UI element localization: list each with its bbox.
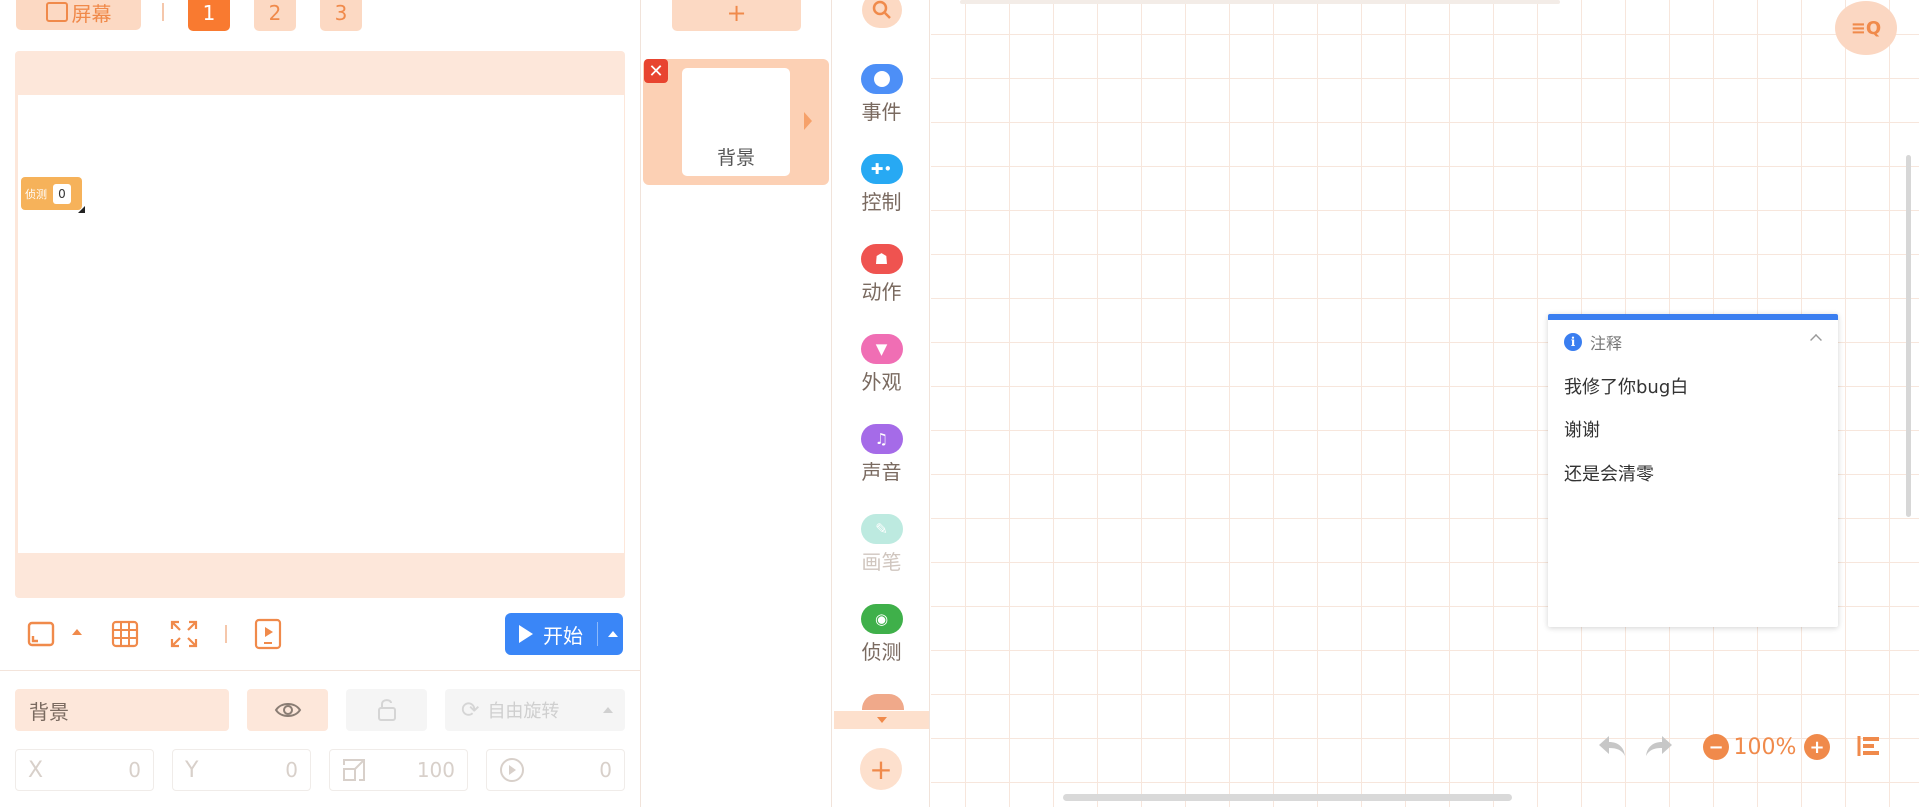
grid-icon[interactable]	[109, 618, 141, 650]
delete-sprite-button[interactable]: ✕	[644, 59, 668, 83]
eye-icon	[274, 703, 301, 717]
divider	[162, 3, 164, 21]
category-label: 侦测	[861, 640, 902, 664]
zoom-level: 100%	[1733, 734, 1797, 760]
variable-monitor[interactable]: 侦测 0	[21, 177, 82, 210]
page-tab-3[interactable]: 3	[320, 0, 362, 31]
target-icon: ◉	[860, 604, 903, 634]
x-value: 0	[128, 758, 141, 782]
align-blocks-icon[interactable]	[1854, 732, 1884, 760]
category-label: 控制	[861, 190, 902, 214]
toggle-icon	[860, 64, 903, 94]
gamepad-icon: ✚•	[860, 154, 903, 184]
rotation-mode-label: 自由旋转	[487, 701, 560, 722]
add-sprite-button[interactable]: +	[672, 0, 801, 31]
screen-icon	[45, 2, 68, 22]
y-field[interactable]: Y 0	[172, 749, 311, 791]
category-label: 画笔	[861, 550, 902, 574]
horizontal-scrollbar[interactable]	[1063, 794, 1512, 801]
category-sensing[interactable]: ◉ 侦测	[833, 604, 930, 665]
category-events[interactable]: 事件	[833, 64, 930, 125]
sprite-card-label: 背景	[716, 147, 755, 169]
music-icon: ♫	[860, 424, 903, 454]
sprite-name-field[interactable]: 背景	[15, 689, 229, 731]
category-looks[interactable]: ▼ 外观	[833, 334, 930, 395]
page-tab-1[interactable]: 1	[188, 0, 230, 31]
toolbar-divider	[225, 625, 227, 643]
category-label: 事件	[861, 100, 902, 124]
category-label: 声音	[861, 460, 902, 484]
more-category-icon[interactable]	[862, 694, 904, 710]
comment-title: 注释	[1590, 334, 1623, 353]
direction-field[interactable]: 0	[486, 749, 625, 791]
fullscreen-icon[interactable]	[168, 618, 200, 650]
screen-label: 屏幕	[71, 1, 112, 26]
start-button[interactable]: 开始	[505, 613, 623, 655]
sprite-thumbnail[interactable]: 背景	[682, 68, 790, 176]
x-label: X	[28, 757, 44, 783]
caret-up-icon	[603, 707, 613, 713]
stage-canvas[interactable]	[18, 95, 624, 553]
category-motion[interactable]: ☗ 动作	[833, 244, 930, 305]
add-extension-button[interactable]: +	[860, 748, 902, 790]
play-icon	[519, 625, 533, 643]
undo-icon[interactable]	[1596, 732, 1628, 760]
workspace-top-strip	[960, 0, 1560, 4]
size-field[interactable]: 100	[329, 749, 468, 791]
stage-size-icon[interactable]	[26, 620, 56, 648]
shirt-icon: ▼	[860, 334, 903, 364]
ghost-icon: ☗	[860, 244, 903, 274]
resize-handle[interactable]	[78, 206, 85, 213]
redo-icon[interactable]	[1643, 732, 1675, 760]
info-icon: i	[1564, 333, 1582, 351]
x-field[interactable]: X 0	[15, 749, 154, 791]
vertical-scrollbar[interactable]	[1906, 155, 1911, 517]
expand-arrow-icon[interactable]	[804, 112, 812, 130]
caret-down-icon	[876, 717, 887, 723]
comment-line: 我修了你bug白	[1564, 377, 1689, 398]
direction-value: 0	[599, 758, 612, 782]
sprite-name-value: 背景	[29, 699, 69, 724]
start-separator	[597, 622, 598, 646]
category-control[interactable]: ✚• 控制	[833, 154, 930, 215]
zoom-in-button[interactable]: +	[1804, 734, 1830, 760]
lock-toggle[interactable]	[346, 689, 427, 731]
rotate-icon: ⟳	[461, 697, 480, 723]
variable-name: 侦测	[25, 187, 47, 201]
screen-button[interactable]: 屏幕	[16, 0, 141, 30]
y-value: 0	[285, 758, 298, 782]
category-pen[interactable]: ✎ 画笔	[833, 514, 930, 575]
pen-icon: ✎	[860, 514, 903, 544]
size-value: 100	[416, 758, 455, 782]
variable-value: 0	[53, 183, 71, 204]
unlock-icon	[377, 699, 396, 721]
phone-preview-icon[interactable]	[253, 617, 283, 651]
category-scroll-down[interactable]	[834, 711, 929, 729]
stage-size-caret-icon[interactable]	[72, 629, 82, 635]
caret-up-icon[interactable]	[608, 631, 618, 637]
page-tab-2[interactable]: 2	[254, 0, 296, 31]
block-search-icon[interactable]: ≡Q	[1835, 1, 1897, 55]
comment-header[interactable]: i 注释	[1564, 330, 1834, 354]
zoom-out-button[interactable]: −	[1703, 734, 1729, 760]
y-label: Y	[185, 757, 199, 783]
comment-line: 谢谢	[1564, 420, 1600, 441]
category-label: 动作	[861, 280, 902, 304]
direction-icon	[500, 758, 524, 782]
visibility-toggle[interactable]	[247, 689, 328, 731]
start-label: 开始	[543, 623, 583, 648]
comment-line: 还是会清零	[1564, 464, 1654, 485]
rotation-mode-select[interactable]: ⟳ 自由旋转	[445, 689, 625, 731]
category-label: 外观	[861, 370, 902, 394]
panel-divider	[0, 670, 641, 671]
scale-icon	[343, 759, 365, 781]
category-sound[interactable]: ♫ 声音	[833, 424, 930, 485]
